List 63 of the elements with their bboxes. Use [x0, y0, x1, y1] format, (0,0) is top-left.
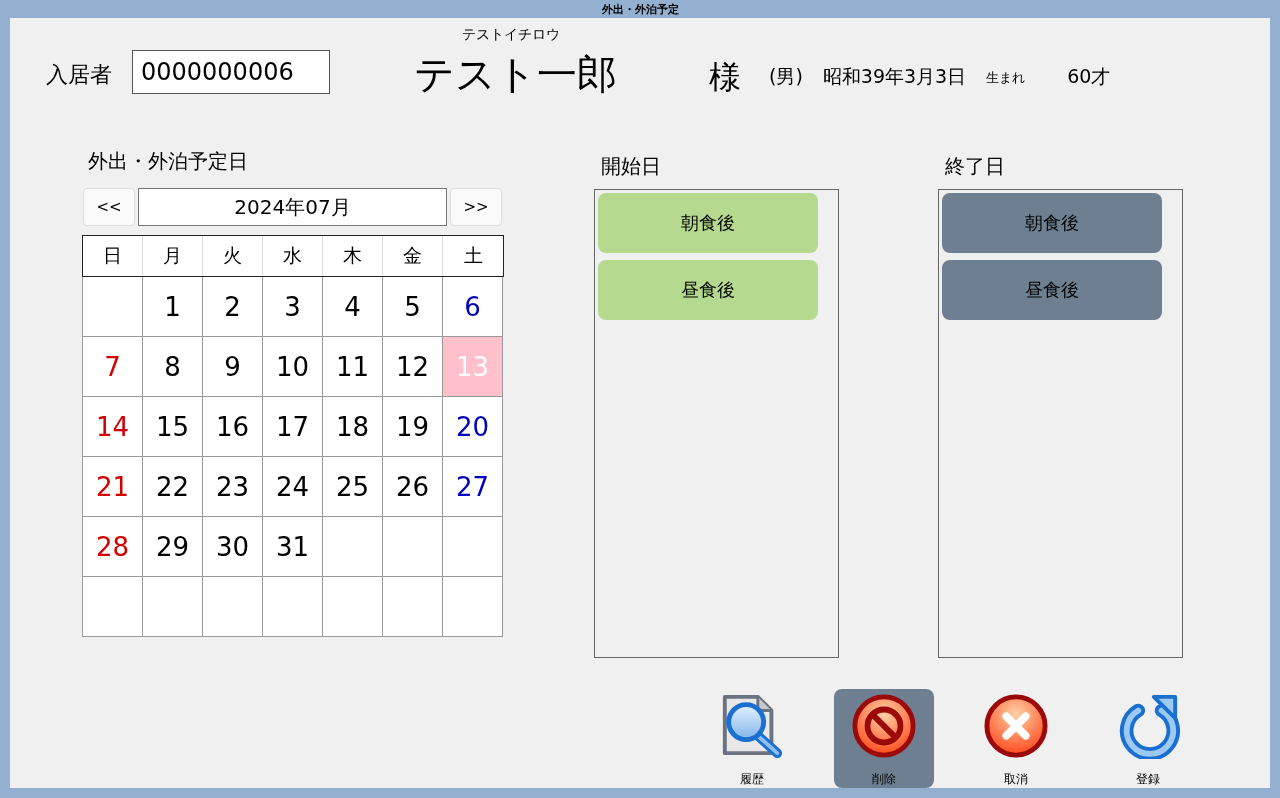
- month-field: 2024年07月: [138, 188, 447, 226]
- day-cell[interactable]: 16: [203, 397, 263, 457]
- day-cell[interactable]: 7: [83, 337, 143, 397]
- day-cell[interactable]: 24: [263, 457, 323, 517]
- resident-id-field[interactable]: 0000000006: [132, 50, 330, 94]
- calendar-title: 外出・外泊予定日: [88, 148, 249, 175]
- day-cell[interactable]: 1: [143, 277, 203, 337]
- previous-month-button[interactable]: <<: [83, 188, 135, 226]
- weekday-label: 金: [383, 236, 443, 276]
- next-month-button[interactable]: >>: [450, 188, 502, 226]
- day-cell[interactable]: 21: [83, 457, 143, 517]
- birth-suffix: 生まれ: [986, 69, 1026, 87]
- delete-button[interactable]: 削除: [834, 689, 934, 788]
- day-cell[interactable]: 28: [83, 517, 143, 577]
- weekday-label: 木: [323, 236, 383, 276]
- day-cell[interactable]: 26: [383, 457, 443, 517]
- day-cell[interactable]: 30: [203, 517, 263, 577]
- day-cell[interactable]: 2: [203, 277, 263, 337]
- prohibition-icon: [850, 693, 918, 759]
- panel-title: 終了日: [945, 153, 1006, 179]
- day-cell[interactable]: 27: [443, 457, 503, 517]
- cancel-button[interactable]: 取消: [966, 689, 1066, 788]
- weekday-label: 水: [263, 236, 323, 276]
- panel-title: 開始日: [601, 153, 662, 179]
- gender: (男): [769, 64, 803, 89]
- day-cell[interactable]: 18: [323, 397, 383, 457]
- register-button[interactable]: 登録: [1098, 689, 1198, 788]
- meal-time-button[interactable]: 昼食後: [942, 260, 1162, 320]
- day-cell[interactable]: 31: [263, 517, 323, 577]
- day-cell[interactable]: 17: [263, 397, 323, 457]
- day-cell[interactable]: 20: [443, 397, 503, 457]
- meal-time-button[interactable]: 朝食後: [942, 193, 1162, 253]
- meal-time-button[interactable]: 昼食後: [598, 260, 818, 320]
- meal-time-button[interactable]: 朝食後: [598, 193, 818, 253]
- day-cell[interactable]: 10: [263, 337, 323, 397]
- day-cell[interactable]: 25: [323, 457, 383, 517]
- day-cell[interactable]: 23: [203, 457, 263, 517]
- resident-label: 入居者: [46, 61, 112, 89]
- weekday-label: 火: [203, 236, 263, 276]
- day-cell[interactable]: 3: [263, 277, 323, 337]
- honorific: 様: [709, 57, 741, 98]
- day-cell[interactable]: 5: [383, 277, 443, 337]
- history-button[interactable]: 履歴: [702, 689, 802, 788]
- day-cell[interactable]: 8: [143, 337, 203, 397]
- day-cell[interactable]: 12: [383, 337, 443, 397]
- x-circle-icon: [982, 693, 1050, 759]
- day-cell[interactable]: 15: [143, 397, 203, 457]
- name-reading: テストイチロウ: [462, 26, 561, 44]
- weekday-label: 土: [462, 243, 484, 268]
- age: 60才: [1067, 64, 1111, 89]
- day-cell[interactable]: 22: [143, 457, 203, 517]
- day-cell[interactable]: 6: [443, 277, 503, 337]
- resident-name: テスト一郎: [414, 50, 618, 99]
- window-title: 外出・外泊予定: [601, 1, 679, 17]
- birth-date: 昭和39年3月3日: [822, 64, 967, 89]
- day-cell[interactable]: 14: [83, 397, 143, 457]
- day-cell[interactable]: 9: [203, 337, 263, 397]
- weekday-label: 日: [83, 236, 143, 276]
- day-cell[interactable]: 19: [383, 397, 443, 457]
- weekday-label: 月: [143, 236, 203, 276]
- day-cell[interactable]: 29: [143, 517, 203, 577]
- day-cell[interactable]: 11: [323, 337, 383, 397]
- day-cell[interactable]: 4: [323, 277, 383, 337]
